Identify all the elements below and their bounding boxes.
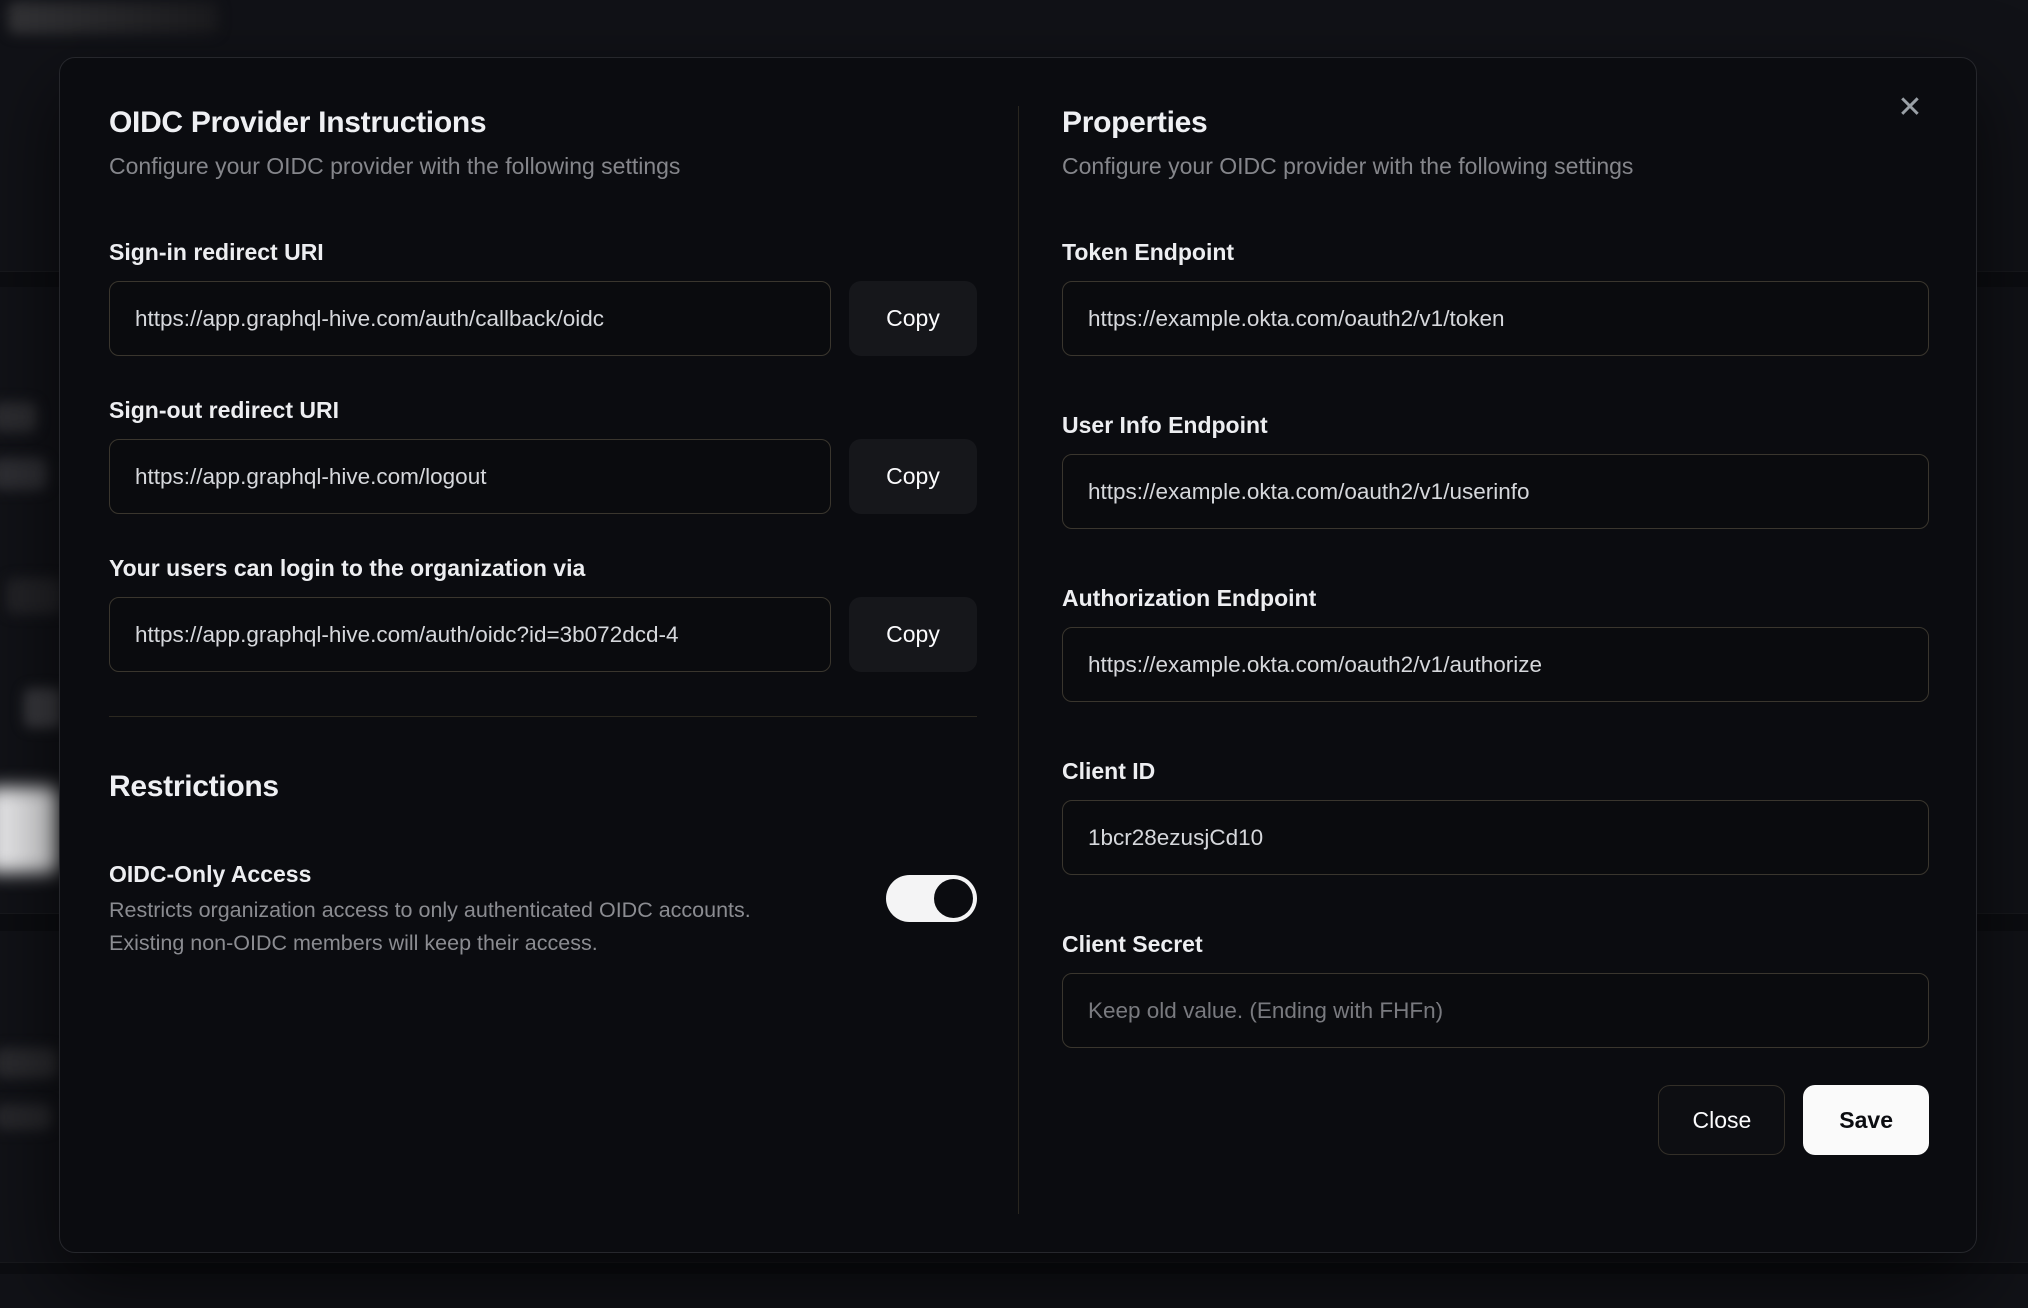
oidc-only-access-text: OIDC-Only Access Restricts organization … <box>109 860 751 960</box>
client-secret-label: Client Secret <box>1062 931 1203 957</box>
backdrop-artifact <box>0 1048 58 1078</box>
backdrop-artifact <box>24 688 62 728</box>
org-login-url-input[interactable] <box>109 597 831 672</box>
sign-out-redirect-row: Copy <box>109 439 977 514</box>
sign-in-redirect-row: Copy <box>109 281 977 356</box>
org-login-url-row: Copy <box>109 597 977 672</box>
authorization-endpoint-row <box>1062 627 1929 702</box>
properties-subtitle: Configure your OIDC provider with the fo… <box>1062 153 1634 179</box>
instructions-pane: OIDC Provider Instructions Configure you… <box>60 58 1018 1252</box>
sign-in-redirect-label: Sign-in redirect URI <box>109 239 324 265</box>
client-id-label: Client ID <box>1062 758 1156 784</box>
close-icon[interactable]: ✕ <box>1888 86 1932 130</box>
user-info-endpoint-row <box>1062 454 1929 529</box>
token-endpoint-row <box>1062 281 1929 356</box>
backdrop-artifact <box>0 1104 52 1130</box>
backdrop-artifact <box>6 578 62 614</box>
close-button[interactable]: Close <box>1658 1085 1786 1155</box>
sign-in-redirect-input[interactable] <box>109 281 831 356</box>
backdrop-artifact <box>0 458 47 490</box>
properties-pane: Properties Configure your OIDC provider … <box>1018 58 1976 1252</box>
sign-out-redirect-label: Sign-out redirect URI <box>109 397 340 423</box>
copy-sign-in-button[interactable]: Copy <box>849 281 977 356</box>
toggle-knob <box>934 879 973 918</box>
section-divider <box>109 716 977 717</box>
backdrop-artifact <box>0 402 37 432</box>
org-login-url-label: Your users can login to the organization… <box>109 555 586 581</box>
token-endpoint-input[interactable] <box>1062 281 1929 356</box>
token-endpoint-label: Token Endpoint <box>1062 239 1235 265</box>
restrictions-title: Restrictions <box>109 770 279 803</box>
oidc-settings-modal: OIDC Provider Instructions Configure you… <box>59 57 1977 1253</box>
save-button[interactable]: Save <box>1803 1085 1929 1155</box>
client-id-row <box>1062 800 1929 875</box>
sign-out-redirect-input[interactable] <box>109 439 831 514</box>
client-id-input[interactable] <box>1062 800 1929 875</box>
user-info-endpoint-input[interactable] <box>1062 454 1929 529</box>
backdrop-row-stripe <box>0 1262 2028 1274</box>
oidc-only-access-label: OIDC-Only Access <box>109 861 312 887</box>
instructions-title: OIDC Provider Instructions <box>109 106 487 139</box>
modal-footer: Close Save <box>1062 1085 1929 1155</box>
user-info-endpoint-label: User Info Endpoint <box>1062 412 1268 438</box>
backdrop-button-blur <box>0 787 58 873</box>
oidc-only-access-description: Restricts organization access to only au… <box>109 894 751 960</box>
authorization-endpoint-input[interactable] <box>1062 627 1929 702</box>
copy-sign-out-button[interactable]: Copy <box>849 439 977 514</box>
client-secret-input[interactable] <box>1062 973 1929 1048</box>
properties-title: Properties <box>1062 106 1208 139</box>
instructions-subtitle: Configure your OIDC provider with the fo… <box>109 153 681 179</box>
description-line-1: Restricts organization access to only au… <box>109 898 751 922</box>
backdrop-logo-blur <box>8 2 218 34</box>
client-secret-row <box>1062 973 1929 1048</box>
oidc-only-access-toggle[interactable] <box>886 875 977 922</box>
description-line-2: Existing non-OIDC members will keep thei… <box>109 931 598 955</box>
oidc-only-access-row: OIDC-Only Access Restricts organization … <box>109 860 977 960</box>
copy-org-login-button[interactable]: Copy <box>849 597 977 672</box>
authorization-endpoint-label: Authorization Endpoint <box>1062 585 1317 611</box>
